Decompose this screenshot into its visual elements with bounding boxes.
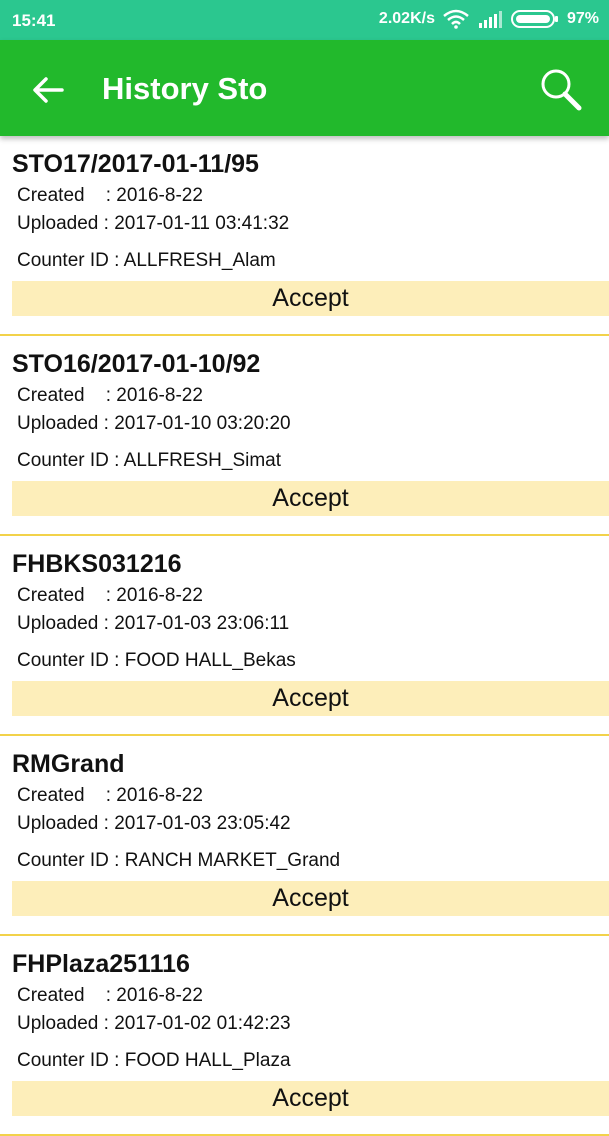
counter-row: Counter ID : FOOD HALL_Plaza [17, 1050, 291, 1072]
counter-value: FOOD HALL_Bekas [124, 650, 296, 671]
created-row: Created : 2016-8-22 [17, 585, 203, 607]
item-name: FHBKS031216 [12, 550, 182, 578]
list-item: STO17/2017-01-11/95 Created : 2016-8-22 … [0, 136, 609, 336]
list-item: FHBKS031216 Created : 2016-8-22 Uploaded… [0, 536, 609, 736]
counter-row: Counter ID : FOOD HALL_Bekas [17, 650, 296, 672]
counter-row: Counter ID : ALLFRESH_Alam [17, 250, 276, 272]
item-name: RMGrand [12, 750, 125, 778]
accept-button[interactable]: Accept [12, 281, 609, 316]
accept-button[interactable]: Accept [12, 681, 609, 716]
counter-value: RANCH MARKET_Grand [124, 850, 341, 871]
created-label: Created : [17, 985, 117, 1006]
uploaded-label: Uploaded : [17, 613, 115, 634]
page-title: History Sto [102, 71, 268, 106]
uploaded-row: Uploaded : 2017-01-03 23:06:11 [17, 613, 289, 635]
wifi-icon [443, 9, 469, 29]
battery-percent: 97% [566, 10, 599, 27]
created-value: 2016-8-22 [116, 785, 203, 806]
uploaded-value: 2017-01-03 23:06:11 [114, 613, 290, 634]
created-label: Created : [17, 185, 117, 206]
created-row: Created : 2016-8-22 [17, 785, 203, 807]
sto-history-list: STO17/2017-01-11/95 Created : 2016-8-22 … [0, 136, 609, 1136]
counter-label: Counter ID : [17, 1050, 125, 1071]
signal-icon [478, 11, 502, 28]
list-item: FHPlaza251116 Created : 2016-8-22 Upload… [0, 936, 609, 1136]
app-bar: History Sto [0, 40, 609, 136]
back-arrow-icon[interactable] [28, 70, 68, 110]
status-indicators: 2.02K/s 97% [379, 9, 599, 29]
counter-value: ALLFRESH_Alam [123, 250, 276, 271]
counter-label: Counter ID : [17, 450, 124, 471]
created-value: 2016-8-22 [116, 385, 203, 406]
list-item: STO16/2017-01-10/92 Created : 2016-8-22 … [0, 336, 609, 536]
status-time: 15:41 [12, 11, 56, 30]
counter-label: Counter ID : [17, 850, 125, 871]
created-value: 2016-8-22 [116, 185, 203, 206]
created-row: Created : 2016-8-22 [17, 185, 203, 207]
uploaded-row: Uploaded : 2017-01-11 03:41:32 [17, 213, 289, 235]
list-item: RMGrand Created : 2016-8-22 Uploaded : 2… [0, 736, 609, 936]
uploaded-row: Uploaded : 2017-01-03 23:05:42 [17, 813, 291, 835]
uploaded-value: 2017-01-03 23:05:42 [114, 813, 291, 834]
uploaded-label: Uploaded : [17, 413, 115, 434]
counter-label: Counter ID : [17, 650, 125, 671]
uploaded-label: Uploaded : [17, 813, 115, 834]
item-name: STO16/2017-01-10/92 [12, 350, 261, 378]
accept-button[interactable]: Accept [12, 1081, 609, 1116]
counter-row: Counter ID : RANCH MARKET_Grand [17, 850, 340, 872]
uploaded-label: Uploaded : [17, 213, 115, 234]
created-value: 2016-8-22 [116, 585, 203, 606]
created-label: Created : [17, 385, 117, 406]
uploaded-row: Uploaded : 2017-01-02 01:42:23 [17, 1013, 291, 1035]
uploaded-value: 2017-01-11 03:41:32 [114, 213, 290, 234]
uploaded-label: Uploaded : [17, 1013, 115, 1034]
created-row: Created : 2016-8-22 [17, 985, 203, 1007]
uploaded-row: Uploaded : 2017-01-10 03:20:20 [17, 413, 291, 435]
created-label: Created : [17, 785, 117, 806]
created-value: 2016-8-22 [116, 985, 203, 1006]
counter-value: FOOD HALL_Plaza [124, 1050, 291, 1071]
counter-label: Counter ID : [17, 250, 124, 271]
uploaded-value: 2017-01-10 03:20:20 [114, 413, 291, 434]
status-bar: 15:41 2.02K/s 97% [0, 0, 609, 40]
search-icon[interactable] [537, 66, 583, 112]
item-name: STO17/2017-01-11/95 [12, 150, 259, 178]
uploaded-value: 2017-01-02 01:42:23 [114, 1013, 291, 1034]
item-name: FHPlaza251116 [12, 950, 190, 978]
counter-row: Counter ID : ALLFRESH_Simat [17, 450, 281, 472]
accept-button[interactable]: Accept [12, 481, 609, 516]
created-row: Created : 2016-8-22 [17, 385, 203, 407]
accept-button[interactable]: Accept [12, 881, 609, 916]
counter-value: ALLFRESH_Simat [123, 450, 282, 471]
battery-icon [510, 10, 558, 28]
created-label: Created : [17, 585, 117, 606]
network-speed: 2.02K/s [378, 10, 435, 27]
